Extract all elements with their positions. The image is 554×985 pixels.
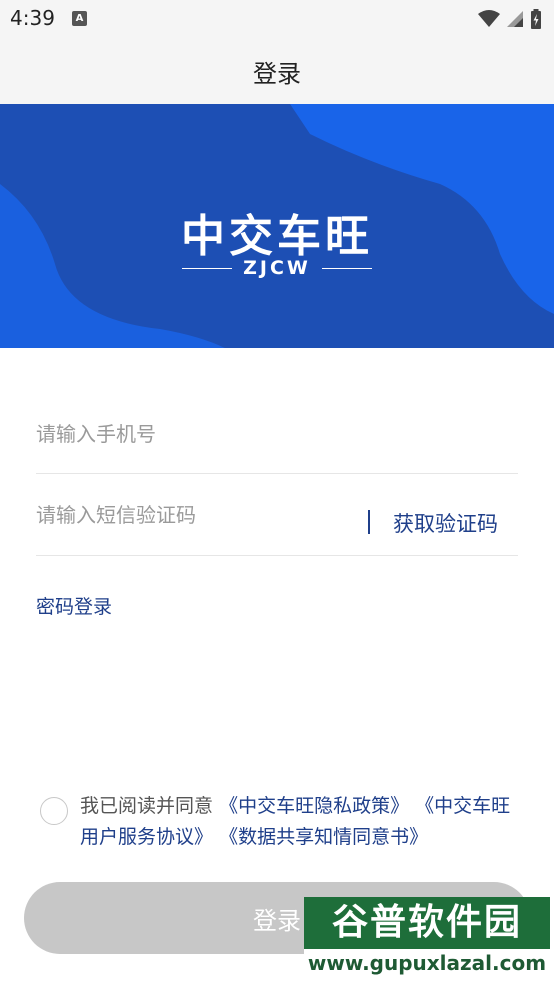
sms-code-row: 获取验证码: [36, 474, 518, 556]
password-login-link[interactable]: 密码登录: [36, 592, 112, 619]
status-bar: 4:39 A: [0, 0, 554, 38]
brand-logo-text: 中交车旺: [181, 211, 373, 262]
status-time: 4:39: [10, 6, 55, 30]
status-indicators: [478, 8, 542, 30]
signal-icon: [507, 11, 523, 27]
wifi-icon: [478, 10, 500, 27]
data-sharing-link[interactable]: 《数据共享知情同意书》: [219, 826, 428, 848]
watermark-url: www.gupuxlazal.com: [304, 949, 550, 977]
agreement-checkbox[interactable]: [40, 797, 68, 825]
app-header: 登录: [0, 38, 554, 104]
sms-code-input[interactable]: [36, 474, 356, 555]
code-divider: [368, 510, 370, 534]
brand-line-right: [322, 267, 372, 269]
agreement-text: 我已阅读并同意 《中交车旺隐私政策》 《中交车旺用户服务协议》 《数据共享知情同…: [80, 791, 520, 853]
privacy-policy-link[interactable]: 《中交车旺隐私政策》: [219, 795, 409, 817]
phone-input[interactable]: [36, 394, 518, 473]
brand-banner: 中交车旺 ZJCW: [0, 104, 554, 348]
brand-sub-text: ZJCW: [243, 257, 311, 279]
notification-a-icon: A: [72, 11, 87, 26]
agreement-prefix: 我已阅读并同意: [80, 795, 214, 817]
watermark-brand: 谷普软件园: [304, 897, 550, 949]
phone-row: [36, 394, 518, 474]
battery-icon: [531, 9, 541, 29]
brand-line-left: [182, 267, 232, 269]
page-title: 登录: [253, 60, 301, 88]
watermark-logo: 谷普软件园 www.gupuxlazal.com: [304, 897, 550, 977]
get-code-button[interactable]: 获取验证码: [393, 508, 498, 538]
brand-sub-row: ZJCW: [182, 256, 372, 280]
